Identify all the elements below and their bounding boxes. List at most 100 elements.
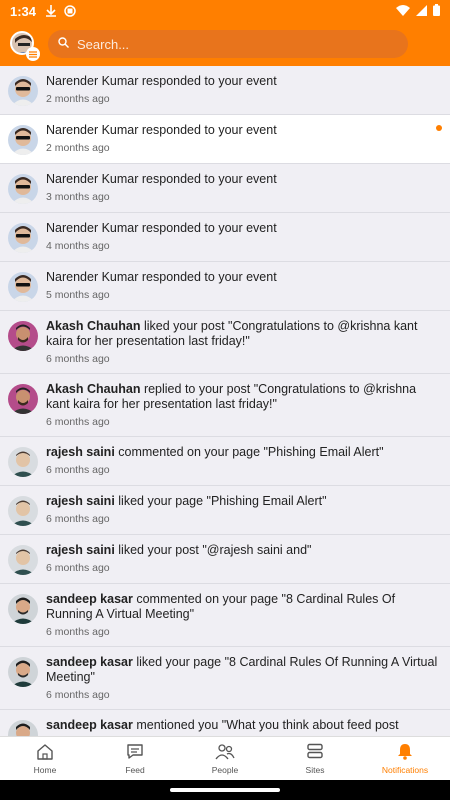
- avatar: [8, 496, 38, 526]
- avatar: [8, 76, 38, 106]
- notification-message: Narender Kumar responded to your event: [46, 172, 277, 186]
- notification-text: rajesh saini liked your page "Phishing E…: [46, 494, 438, 509]
- actor-name[interactable]: sandeep kasar: [46, 718, 133, 732]
- actor-name[interactable]: sandeep kasar: [46, 592, 133, 606]
- notification-message: liked your page "Phishing Email Alert": [114, 494, 327, 508]
- notification-item[interactable]: sandeep kasar commented on your page "8 …: [0, 584, 450, 647]
- notification-item[interactable]: sandeep kasar liked your page "8 Cardina…: [0, 647, 450, 710]
- notification-item[interactable]: rajesh saini liked your page "Phishing E…: [0, 486, 450, 535]
- actor-name[interactable]: sandeep kasar: [46, 655, 133, 669]
- nav-item-home[interactable]: Home: [0, 737, 90, 780]
- notification-message: Narender Kumar responded to your event: [46, 221, 277, 235]
- actor-name[interactable]: rajesh saini: [46, 494, 115, 508]
- avatar: [8, 125, 38, 155]
- notification-timestamp: 5 months ago: [46, 289, 110, 301]
- notification-text: Akash Chauhan replied to your post "Cong…: [46, 382, 438, 412]
- avatar: [8, 272, 38, 302]
- home-gesture-handle[interactable]: [170, 788, 280, 792]
- app-bar: [0, 22, 450, 66]
- avatar: [8, 174, 38, 204]
- notification-text: rajesh saini liked your post "@rajesh sa…: [46, 543, 438, 558]
- avatar: [8, 594, 38, 624]
- notification-message: mentioned you "What you think about feed…: [132, 718, 399, 732]
- menu-icon: [26, 47, 40, 61]
- signal-icon: [416, 4, 427, 19]
- notification-message: Narender Kumar responded to your event: [46, 123, 277, 137]
- notification-list: Narender Kumar responded to your event 2 …: [0, 66, 450, 736]
- avatar: [8, 223, 38, 253]
- nav-label: Home: [33, 764, 57, 775]
- notification-timestamp: 6 months ago: [46, 562, 110, 574]
- notification-timestamp: 6 months ago: [46, 626, 110, 638]
- notification-item[interactable]: rajesh saini liked your post "@rajesh sa…: [0, 535, 450, 584]
- avatar: [8, 720, 38, 736]
- search-icon: [58, 35, 69, 53]
- notification-timestamp: 6 months ago: [46, 353, 110, 365]
- status-time: 1:34: [10, 3, 37, 19]
- people-icon: [215, 743, 235, 762]
- notification-item[interactable]: sandeep kasar mentioned you "What you th…: [0, 710, 450, 736]
- notification-item[interactable]: Narender Kumar responded to your event 2 …: [0, 66, 450, 115]
- nav-item-notifications[interactable]: Notifications: [360, 737, 450, 780]
- nav-item-feed[interactable]: Feed: [90, 737, 180, 780]
- notification-message: commented on your page "Phishing Email A…: [114, 445, 384, 459]
- avatar: [8, 321, 38, 351]
- notification-item[interactable]: Narender Kumar responded to your event 4 …: [0, 213, 450, 262]
- unread-indicator: [436, 125, 442, 131]
- notification-item[interactable]: Akash Chauhan replied to your post "Cong…: [0, 374, 450, 437]
- notification-timestamp: 6 months ago: [46, 416, 110, 428]
- notification-text: sandeep kasar mentioned you "What you th…: [46, 718, 438, 733]
- notification-item[interactable]: Akash Chauhan liked your post "Congratul…: [0, 311, 450, 374]
- notification-timestamp: 4 months ago: [46, 240, 110, 252]
- feed-icon: [126, 743, 144, 762]
- notification-timestamp: 6 months ago: [46, 689, 110, 701]
- notification-item[interactable]: rajesh saini commented on your page "Phi…: [0, 437, 450, 486]
- avatar: [8, 384, 38, 414]
- nav-label: People: [211, 764, 239, 775]
- notification-message: Narender Kumar responded to your event: [46, 270, 277, 284]
- nav-item-sites[interactable]: Sites: [270, 737, 360, 780]
- notification-timestamp: 2 months ago: [46, 93, 110, 105]
- notification-text: Narender Kumar responded to your event: [46, 74, 438, 89]
- notification-text: Narender Kumar responded to your event: [46, 270, 438, 285]
- notification-text: Narender Kumar responded to your event: [46, 172, 438, 187]
- actor-name[interactable]: rajesh saini: [46, 445, 115, 459]
- nav-label: Notifications: [381, 764, 429, 775]
- notification-item[interactable]: Narender Kumar responded to your event 5 …: [0, 262, 450, 311]
- nav-label: Feed: [125, 764, 145, 775]
- download-icon: [46, 5, 57, 17]
- avatar: [8, 545, 38, 575]
- notification-message: Narender Kumar responded to your event: [46, 74, 277, 88]
- avatar: [8, 657, 38, 687]
- notification-text: sandeep kasar liked your page "8 Cardina…: [46, 655, 438, 685]
- bell-icon: [397, 743, 413, 762]
- avatar: [8, 447, 38, 477]
- notification-text: Narender Kumar responded to your event: [46, 123, 438, 138]
- sites-icon: [306, 743, 324, 762]
- actor-name[interactable]: rajesh saini: [46, 543, 115, 557]
- notification-message: liked your post "@rajesh saini and": [114, 543, 312, 557]
- search-bar[interactable]: [48, 30, 408, 58]
- notification-item[interactable]: Narender Kumar responded to your event 2 …: [0, 115, 450, 164]
- bottom-navigation: Home Feed People Sites Notifications: [0, 736, 450, 780]
- notification-item[interactable]: Narender Kumar responded to your event 3 …: [0, 164, 450, 213]
- battery-icon: [433, 3, 440, 19]
- app-notification-icon: [64, 5, 76, 17]
- status-bar: 1:34: [0, 0, 450, 22]
- notification-text: Narender Kumar responded to your event: [46, 221, 438, 236]
- notification-text: sandeep kasar commented on your page "8 …: [46, 592, 438, 622]
- nav-item-people[interactable]: People: [180, 737, 270, 780]
- notification-timestamp: 6 months ago: [46, 464, 110, 476]
- profile-menu-button[interactable]: [10, 31, 40, 61]
- notification-text: Akash Chauhan liked your post "Congratul…: [46, 319, 438, 349]
- actor-name[interactable]: Akash Chauhan: [46, 319, 140, 333]
- notification-timestamp: 2 months ago: [46, 142, 110, 154]
- notification-timestamp: 3 months ago: [46, 191, 110, 203]
- notification-text: rajesh saini commented on your page "Phi…: [46, 445, 438, 460]
- notification-timestamp: 6 months ago: [46, 513, 110, 525]
- nav-label: Sites: [305, 764, 325, 775]
- home-icon: [36, 743, 54, 762]
- actor-name[interactable]: Akash Chauhan: [46, 382, 140, 396]
- search-input[interactable]: [77, 36, 398, 52]
- system-nav-bar: [0, 780, 450, 800]
